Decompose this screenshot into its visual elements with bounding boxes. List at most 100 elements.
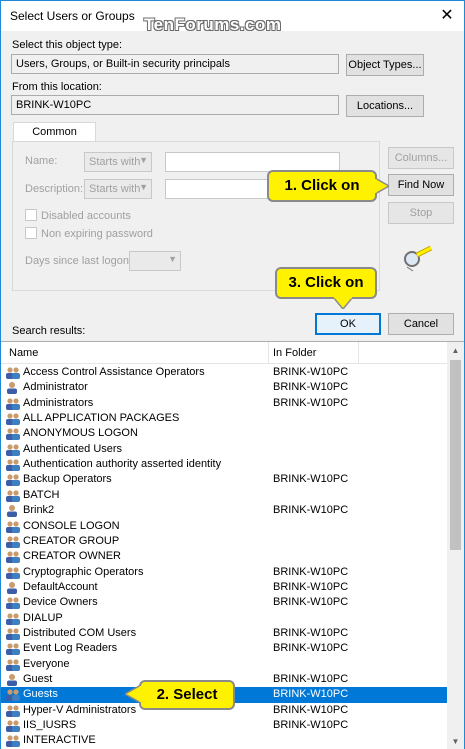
table-row[interactable]: CONSOLE LOGON (1, 519, 447, 534)
scroll-up-icon[interactable]: ▲ (447, 342, 464, 359)
row-name: Administrator (23, 381, 88, 394)
disabled-accounts-label: Disabled accounts (41, 210, 131, 222)
locations-button[interactable]: Locations... (346, 95, 424, 117)
row-folder: BRINK-W10PC (273, 366, 349, 378)
table-row[interactable]: ALL APPLICATION PACKAGES (1, 411, 447, 426)
table-row[interactable]: Access Control Assistance Operators BRINK… (1, 365, 447, 380)
row-name: Cryptographic Operators (23, 565, 144, 578)
row-name: INTERACTIVE (23, 734, 96, 747)
row-name: Hyper-V Administrators (23, 703, 137, 716)
name-input[interactable] (165, 152, 340, 172)
column-header-folder[interactable]: In Folder (273, 347, 316, 359)
table-row[interactable]: ANONYMOUS LOGON (1, 426, 447, 441)
table-row[interactable]: CREATOR GROUP (1, 534, 447, 549)
find-now-button[interactable]: Find Now (388, 174, 454, 196)
object-type-field: Users, Groups, or Built-in security prin… (11, 54, 339, 74)
table-row[interactable]: Administrator BRINK-W10PC (1, 380, 447, 395)
non-expiring-password-label: Non expiring password (41, 228, 153, 240)
row-folder: BRINK-W10PC (273, 596, 349, 609)
cancel-button[interactable]: Cancel (388, 313, 454, 335)
scroll-thumb[interactable] (450, 360, 461, 550)
user-icon (7, 581, 17, 594)
row-folder: BRINK-W10PC (273, 703, 349, 716)
table-row[interactable]: Cryptographic Operators BRINK-W10PC (1, 565, 447, 580)
row-folder: BRINK-W10PC (273, 473, 349, 486)
table-row[interactable]: Distributed COM Users BRINK-W10PC (1, 626, 447, 641)
name-label: Name: (25, 155, 58, 167)
table-row[interactable]: IIS_IUSRS BRINK-W10PC (1, 718, 447, 733)
description-mode-select[interactable]: Starts with ▼ (84, 179, 152, 199)
table-row[interactable]: BATCH (1, 488, 447, 503)
disabled-accounts-checkbox[interactable] (25, 209, 37, 221)
column-divider[interactable] (358, 342, 359, 364)
non-expiring-password-checkbox[interactable] (25, 227, 37, 239)
group-icon (6, 735, 20, 748)
callout-find-now-text: 1. Click on (284, 177, 360, 194)
chevron-down-icon: ▼ (139, 155, 148, 165)
table-row[interactable]: Authenticated Users (1, 442, 447, 457)
row-folder: BRINK-W10PC (273, 396, 349, 409)
row-name: DefaultAccount (23, 580, 98, 593)
name-mode-select[interactable]: Starts with ▼ (84, 152, 152, 172)
table-row[interactable]: Authentication authority asserted identi… (1, 457, 447, 472)
table-row[interactable]: Backup Operators BRINK-W10PC (1, 472, 447, 487)
tab-common-queries[interactable]: Common Queries (13, 122, 96, 157)
row-name: CREATOR OWNER (23, 550, 121, 563)
group-icon (6, 643, 20, 656)
table-row[interactable]: DIALUP (1, 611, 447, 626)
location-label: From this location: (12, 81, 102, 93)
row-name: Administrators (23, 396, 94, 409)
description-input[interactable] (165, 179, 275, 199)
group-icon (6, 566, 20, 579)
row-name: Authenticated Users (23, 442, 123, 455)
row-name: Distributed COM Users (23, 626, 137, 639)
row-folder: BRINK-W10PC (273, 626, 349, 639)
columns-button[interactable]: Columns... (388, 147, 454, 169)
description-mode-value: Starts with (89, 183, 141, 195)
row-name: Device Owners (23, 596, 98, 609)
stop-button[interactable]: Stop (388, 202, 454, 224)
table-row[interactable]: INTERACTIVE (1, 733, 447, 748)
object-types-button[interactable]: Object Types... (346, 54, 424, 76)
ok-button[interactable]: OK (315, 313, 381, 335)
table-row[interactable]: Device Owners BRINK-W10PC (1, 595, 447, 610)
group-icon (6, 444, 20, 456)
group-icon (6, 720, 20, 733)
row-folder: BRINK-W10PC (273, 673, 349, 685)
callout-select: 2. Select (139, 680, 235, 710)
group-icon (6, 705, 20, 717)
column-header-name[interactable]: Name (9, 347, 38, 359)
name-mode-value: Starts with (89, 156, 141, 168)
close-icon[interactable]: ✕ (436, 5, 458, 27)
row-name: Everyone (23, 657, 70, 670)
chevron-down-icon: ▼ (139, 182, 148, 192)
row-name: CREATOR GROUP (23, 534, 120, 547)
table-row[interactable]: Brink2 BRINK-W10PC (1, 503, 447, 518)
days-since-logon-select[interactable]: ▼ (129, 251, 181, 271)
row-name: Brink2 (23, 504, 55, 517)
group-icon (6, 428, 20, 441)
table-row[interactable]: Event Log Readers BRINK-W10PC (1, 641, 447, 656)
column-divider[interactable] (268, 342, 269, 364)
results-header: Name In Folder (1, 342, 447, 364)
user-icon (7, 505, 17, 518)
row-name: ANONYMOUS LOGON (23, 427, 138, 440)
table-row[interactable]: Everyone (1, 657, 447, 672)
scroll-down-icon[interactable]: ▼ (447, 733, 464, 749)
vertical-scrollbar[interactable]: ▲ ▼ (447, 342, 464, 749)
group-icon (6, 689, 20, 702)
object-type-label: Select this object type: (12, 39, 123, 51)
description-label: Description: (25, 183, 84, 195)
row-name: Backup Operators (23, 473, 112, 486)
table-row[interactable]: CREATOR OWNER (1, 549, 447, 564)
row-name: Guests (23, 688, 58, 701)
row-folder: BRINK-W10PC (273, 381, 349, 394)
table-row[interactable]: DefaultAccount BRINK-W10PC (1, 580, 447, 595)
row-name: IIS_IUSRS (23, 719, 77, 732)
callout-pointer-icon (375, 178, 389, 194)
location-field: BRINK-W10PC (11, 95, 339, 115)
row-name: Access Control Assistance Operators (23, 366, 205, 378)
group-icon (6, 536, 20, 548)
search-results-label: Search results: (12, 325, 86, 337)
table-row[interactable]: Administrators BRINK-W10PC (1, 396, 447, 411)
